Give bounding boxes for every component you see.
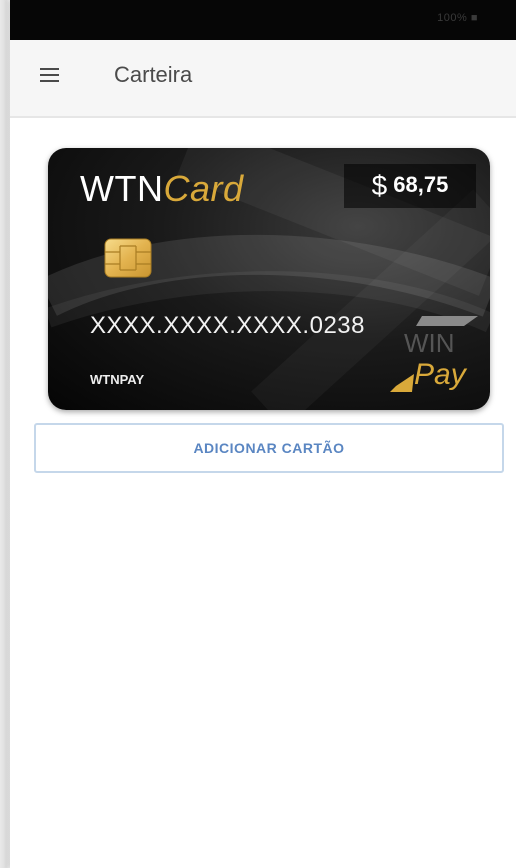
winpay-logo: WIN Pay [390, 316, 478, 392]
app-bar: Carteira [10, 40, 516, 118]
chip-icon [104, 238, 152, 278]
card-brand: WTNCard [80, 168, 244, 210]
wallet-card[interactable]: WTNCard $68,75 XXXX.XXXX.XXXX.0238 WTNPA… [48, 148, 490, 410]
brand-main: WTN [80, 168, 164, 209]
add-card-button[interactable]: ADICIONAR CARTÃO [34, 423, 504, 473]
app-screen: 100% ■ Carteira WTNCard $68,75 XXXX.XXXX… [10, 0, 516, 868]
status-indicator: 100% ■ [437, 12, 478, 24]
brand-accent: Card [163, 168, 244, 209]
status-bar: 100% ■ [10, 0, 516, 40]
card-number: XXXX.XXXX.XXXX.0238 [90, 312, 365, 339]
card-holder: WTNPAY [90, 372, 145, 387]
logo-top-text: WIN [404, 328, 455, 358]
card-balance: $68,75 [344, 164, 476, 208]
hamburger-menu-icon[interactable] [40, 68, 59, 82]
balance-currency: $ [371, 170, 388, 201]
logo-bottom-text: Pay [414, 358, 468, 391]
balance-amount: 68,75 [393, 172, 449, 197]
page-title: Carteira [114, 62, 193, 87]
